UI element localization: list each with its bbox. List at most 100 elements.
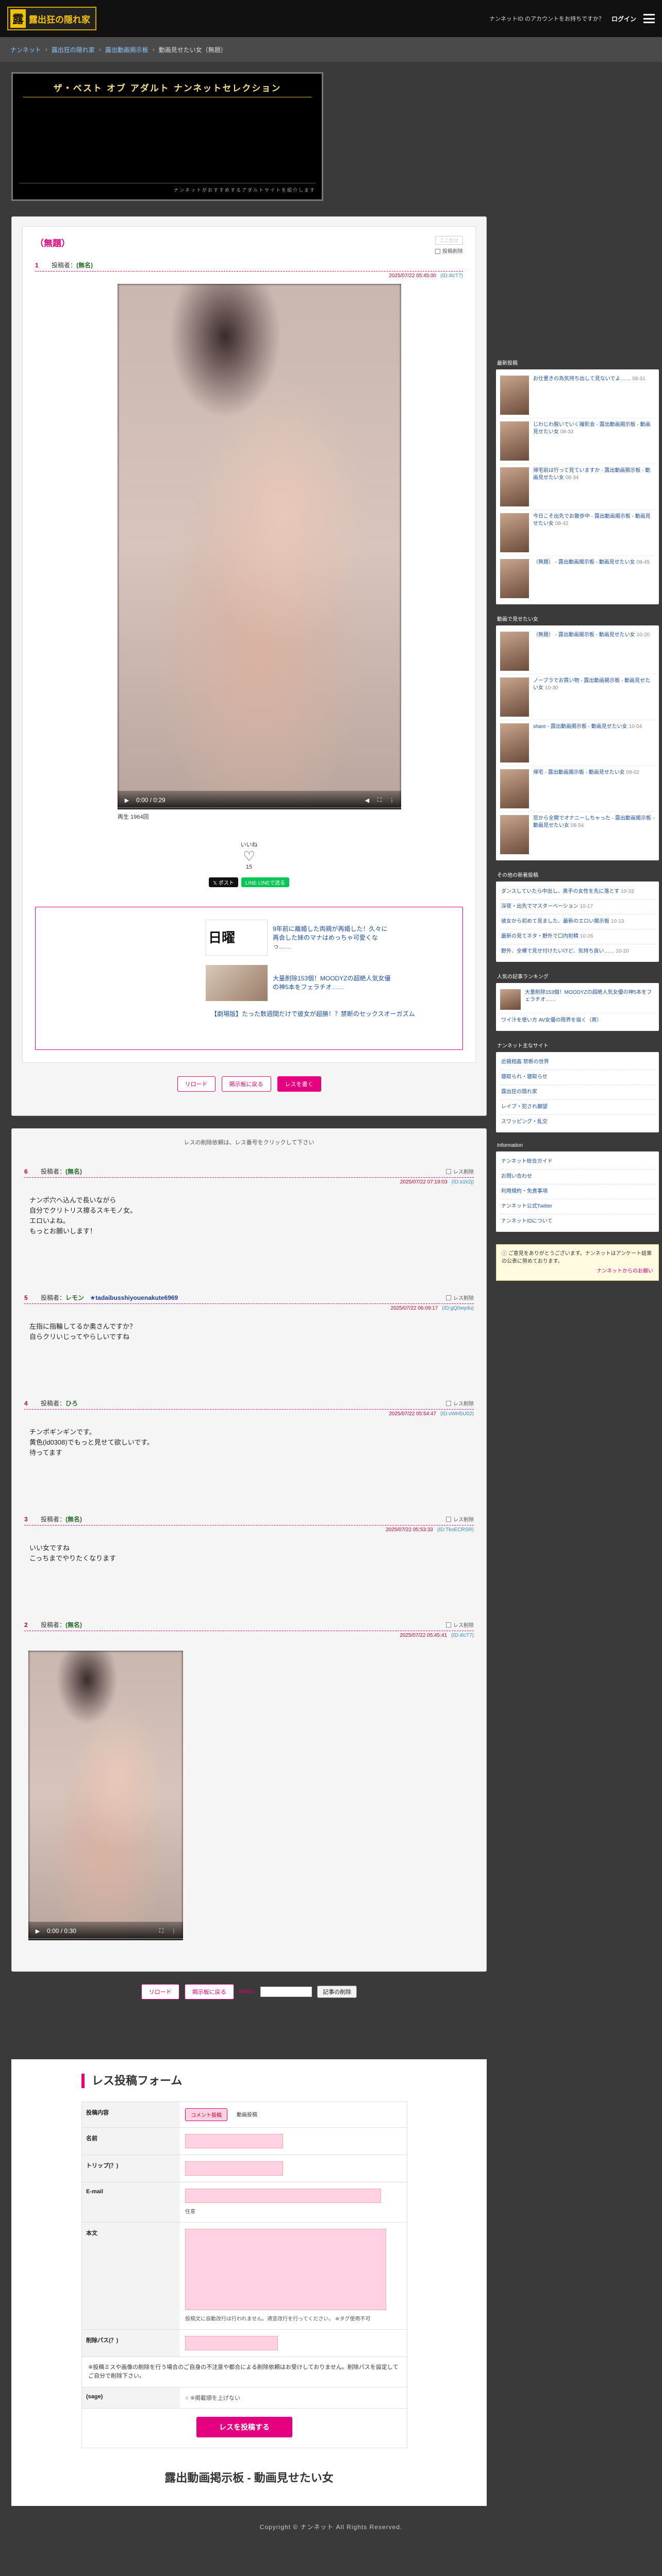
sidebar-item[interactable]: （無題） - 露出動画掲示板 - 動画見せたい女 08-45 <box>500 556 655 601</box>
reply-number[interactable]: 2 <box>24 1621 28 1629</box>
reply-form: 投稿内容 コメント投稿 動画投稿 名前 トリップ(？) E-mail 任意 本文… <box>81 2102 407 2448</box>
site-link[interactable]: 露出狂の隠れ家 <box>500 1085 655 1100</box>
video-player[interactable]: ▶ 0:00 / 0:29 ◀ ⛶ ⋮ <box>118 284 401 809</box>
selection-banner[interactable]: ザ・ベスト オブ アダルト ナンネットセレクション ナンネットがおすすめするアダ… <box>11 72 323 201</box>
label-name: 名前 <box>82 2128 180 2155</box>
sidebar-item[interactable]: （無題） - 露出動画掲示板 - 動画見せたい女 10-20 <box>500 629 655 674</box>
back-to-board-button[interactable]: 掲示板に戻る <box>184 1984 234 1999</box>
label-sage: (sage) <box>82 2387 180 2408</box>
reload-button[interactable]: リロード <box>141 1984 179 1999</box>
label-body: 本文 <box>82 2223 180 2329</box>
info-link[interactable]: お問い合わせ <box>500 1170 655 1184</box>
x-post-button[interactable]: 𝕏 ポスト <box>208 877 238 887</box>
info-link[interactable]: ナンネットIDについて <box>500 1214 655 1229</box>
name-input[interactable] <box>185 2134 283 2148</box>
info-link[interactable]: ナンネット総合ガイド <box>500 1155 655 1170</box>
sidebar-text-item[interactable]: 最新の見てネタ・野外で口内射精 10-26 <box>500 929 655 944</box>
submit-reply-button[interactable]: レスを投稿する <box>196 2417 292 2437</box>
ad-thumb <box>206 965 268 1001</box>
sidebar-item[interactable]: 窓から全開でオナニーしちゃった - 露出動画掲示板 - 動画見せたい女 08-5… <box>500 812 655 857</box>
reply-date: 2025/07/22 06:09:17 <box>390 1306 438 1311</box>
fullscreen-icon[interactable]: ⛶ <box>376 797 383 803</box>
sidebar-item[interactable]: お仕置きの為気持ち出して見ないでよ…… 08-31 <box>500 372 655 418</box>
sidebar-text-item[interactable]: 彼女から初めて見ました、最新のエロい掲示板 10-13 <box>500 914 655 929</box>
reply-body: いい女ですね こっちまでやりたくなります <box>29 1544 117 1562</box>
delete-pass-input[interactable] <box>185 2336 278 2350</box>
pass-input[interactable] <box>260 1987 312 1997</box>
header-right: ナンネットID のアカウントをお持ちですか？ ログイン <box>489 14 655 23</box>
post-number[interactable]: 1 <box>35 262 39 269</box>
line-share-button[interactable]: LINE LINEで送る <box>241 877 290 887</box>
breadcrumb-item[interactable]: ナンネット <box>10 45 41 54</box>
sidebar-item[interactable]: 帰宅 - 露出動画掲示板 - 動画見せたい女 09-02 <box>500 766 655 812</box>
info-link[interactable]: ナンネット公式Twitter <box>500 1199 655 1214</box>
notice-link[interactable]: ナンネットからのお願い <box>502 1267 653 1275</box>
reply-form-section: レス投稿フォーム 投稿内容 コメント投稿 動画投稿 名前 トリップ(？) E-m… <box>11 2059 487 2506</box>
ad-item[interactable]: 大量削除153個！MOODYZの超絶人気女優の神5本をフェラチオ…… <box>206 965 396 1001</box>
delete-article-button[interactable]: 記事の削除 <box>317 1986 357 1998</box>
write-reply-button[interactable]: レスを書く <box>277 1076 321 1092</box>
only-here-button[interactable]: ここだけ <box>435 236 463 245</box>
trip-input[interactable] <box>185 2161 283 2176</box>
original-post: 1 投稿者：(無名) 2025/07/22 05:45:00 (ID:4lcT7)… <box>35 261 463 887</box>
reply-date: 2025/07/22 05:53:33 <box>386 1527 433 1533</box>
reply-date: 2025/07/22 05:54:47 <box>389 1411 436 1417</box>
sidebar-item[interactable]: share - 露出動画掲示板 - 動画見せたい女 10-04 <box>500 720 655 766</box>
res-delete-check[interactable]: レス削除 <box>446 1621 474 1629</box>
reply-number[interactable]: 5 <box>24 1294 28 1301</box>
reload-button[interactable]: リロード <box>177 1076 216 1092</box>
site-link[interactable]: レイプ・犯され願望 <box>500 1100 655 1115</box>
reply-number[interactable]: 6 <box>24 1168 28 1175</box>
body-textarea[interactable] <box>185 2229 386 2310</box>
delete-post-check[interactable]: 投稿削除 <box>435 247 463 255</box>
site-link[interactable]: スワッピング・乱交 <box>500 1115 655 1129</box>
volume-icon[interactable]: ◀ <box>364 797 370 804</box>
sidebar-text-item[interactable]: 深夜・出先でマスターベーション 10-17 <box>500 900 655 914</box>
site-logo[interactable]: 露 露出狂の隠れ家 <box>7 7 96 30</box>
sage-check[interactable]: ○ ※掲載順を上げない <box>185 2395 240 2401</box>
site-link[interactable]: 近親相姦 禁断の世界 <box>500 1055 655 1070</box>
ad-text-link[interactable]: 【劇場版】たった数週間だけで彼女が超勝！？禁断のセックスオーガズム <box>211 1009 415 1018</box>
sidebar-item[interactable]: じわじわ脱いでいく撮影会 - 露出動画掲示板 - 動画見せたい女 08-33 <box>500 418 655 464</box>
more-icon[interactable]: ⋮ <box>389 797 395 804</box>
ad-item[interactable]: 日曜 9年前に離婚した両親が再婚した！久々に再会した妹のマナはめっちゃ可愛くなっ… <box>206 920 391 956</box>
tab-video[interactable]: 動画投稿 <box>231 2108 262 2121</box>
reply-video-player[interactable]: ▶ 0:00 / 0:30 ⛶ ⋮ <box>28 1651 183 1940</box>
sidebar-text-item[interactable]: ワイ汁を使い方 AV女優の限界を描く（男） <box>500 1013 655 1028</box>
thread-options: ここだけ 投稿削除 <box>435 236 463 255</box>
back-to-board-button[interactable]: 掲示板に戻る <box>221 1076 271 1092</box>
tab-comment[interactable]: コメント投稿 <box>185 2108 227 2121</box>
sidebar-item[interactable]: 大量削除153個！MOODYZの超絶人気女優の神5本をフェラチオ…… <box>500 986 655 1013</box>
main-column: （無題） ここだけ 投稿削除 1 投稿者：(無名) 2025/07/22 05:… <box>11 216 487 2506</box>
breadcrumb-item[interactable]: 露出狂の隠れ家 <box>52 45 95 54</box>
info-link[interactable]: 利用規約・免責事項 <box>500 1184 655 1199</box>
form-note: ※投稿ミスや画像の削除を行う場合のご自身の不注意や都合による削除依頼はお受けして… <box>82 2357 407 2387</box>
res-delete-check[interactable]: レス削除 <box>446 1515 474 1523</box>
res-delete-check[interactable]: レス削除 <box>446 1399 474 1407</box>
sidebar-text-item[interactable]: 野外、全裸で見せ付けたいけど、気持ち良い…… 10-20 <box>500 944 655 959</box>
reply-id: (ID:vWH5U02) <box>440 1411 474 1417</box>
fullscreen-icon[interactable]: ⛶ <box>158 1928 164 1934</box>
play-icon[interactable]: ▶ <box>124 797 130 804</box>
sidebar-text-item[interactable]: ダンスしていたら中出し、奥手の女性を先に落とす 10-33 <box>500 885 655 900</box>
sidebar-item[interactable]: ノーブラでお買い物 - 露出動画掲示板 - 動画見せたい女 10-30 <box>500 674 655 720</box>
reply-number[interactable]: 4 <box>24 1400 28 1407</box>
like-label: いいね <box>240 842 258 848</box>
banner-area: ザ・ベスト オブ アダルト ナンネットセレクション ナンネットがおすすめするアダ… <box>0 62 662 216</box>
hamburger-menu-icon[interactable] <box>643 14 655 23</box>
more-icon[interactable]: ⋮ <box>171 1928 177 1935</box>
login-link[interactable]: ログイン <box>611 14 636 23</box>
share-row: 𝕏 ポスト LINE LINEで送る <box>35 877 463 887</box>
play-icon[interactable]: ▶ <box>35 1928 41 1935</box>
reply-number[interactable]: 3 <box>24 1516 28 1523</box>
breadcrumb-item[interactable]: 露出動画掲示板 <box>105 45 148 54</box>
sidebar-item[interactable]: 帰宅前は行って見ていますか - 露出動画掲示板 - 動画見せたい女 08-34 <box>500 464 655 510</box>
heart-icon[interactable]: ♡ <box>35 849 463 864</box>
sidebar-item[interactable]: 今日こそ出先でお散歩中 - 露出動画掲示板 - 動画見せたい女 08-42 <box>500 510 655 556</box>
reply-body: チンポギンギンです。 黄色(ld0308)でもっと見せて欲しいです。 待ってます <box>29 1428 154 1456</box>
res-delete-check[interactable]: レス削除 <box>446 1167 474 1175</box>
site-link[interactable]: 寝取られ・寝取らせ <box>500 1070 655 1085</box>
poster-user-id[interactable]: ★tadaibusshiyouenakute6969 <box>90 1294 178 1301</box>
email-input[interactable] <box>185 2189 381 2203</box>
res-delete-check[interactable]: レス削除 <box>446 1294 474 1301</box>
